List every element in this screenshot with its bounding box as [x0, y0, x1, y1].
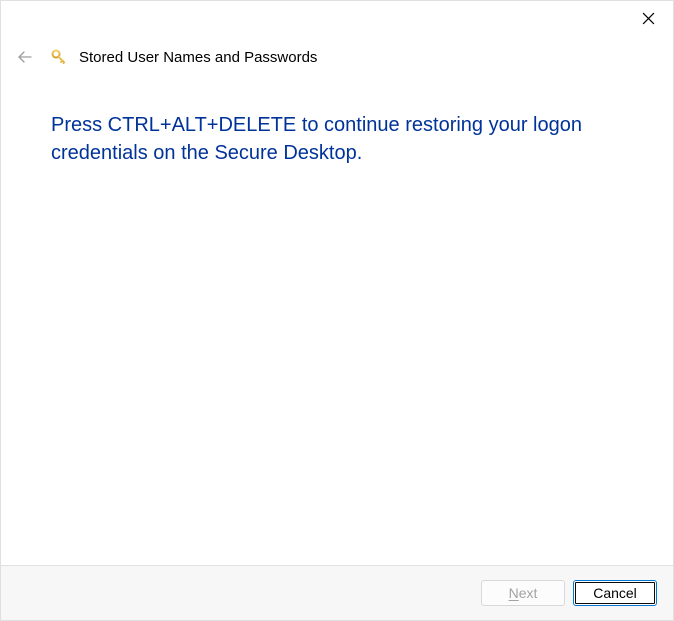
next-button-mnemonic: N — [509, 585, 519, 601]
cancel-button-label: Cancel — [593, 585, 637, 601]
back-arrow-icon — [17, 49, 33, 65]
footer-bar: Next Cancel — [1, 565, 673, 620]
next-button-label-rest: ext — [519, 585, 538, 601]
close-icon — [642, 12, 655, 25]
next-button: Next — [481, 580, 565, 606]
content-area: Press CTRL+ALT+DELETE to continue restor… — [1, 77, 673, 565]
header-row: Stored User Names and Passwords — [1, 33, 673, 77]
back-button[interactable] — [15, 47, 35, 67]
wizard-title: Stored User Names and Passwords — [79, 49, 317, 66]
title-bar — [1, 1, 673, 33]
close-button[interactable] — [639, 9, 657, 27]
wizard-window: Stored User Names and Passwords Press CT… — [0, 0, 674, 621]
key-icon — [49, 47, 69, 67]
instruction-text: Press CTRL+ALT+DELETE to continue restor… — [51, 111, 623, 167]
title-group: Stored User Names and Passwords — [49, 47, 317, 67]
cancel-button[interactable]: Cancel — [573, 580, 657, 606]
